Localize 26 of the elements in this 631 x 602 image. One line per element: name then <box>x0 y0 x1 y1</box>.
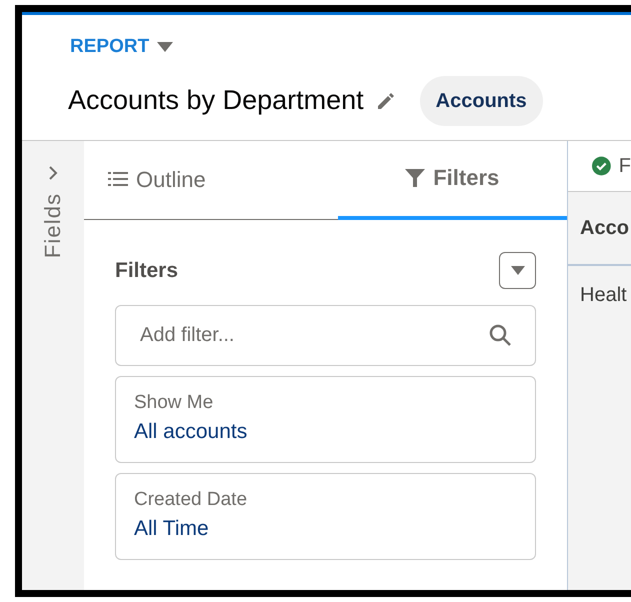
chevron-right-icon[interactable] <box>48 165 58 181</box>
pencil-icon[interactable] <box>376 90 396 110</box>
funnel-icon <box>405 168 426 188</box>
filter-value: All Time <box>134 516 210 542</box>
column-header: Acco <box>580 216 629 241</box>
fields-rail[interactable]: Fields <box>22 141 84 590</box>
report-type-label[interactable]: REPORT <box>70 33 150 62</box>
caret-icon[interactable] <box>157 42 174 52</box>
report-type-pill: Accounts <box>420 76 543 126</box>
filter-value: All accounts <box>134 418 248 445</box>
filter-label: Show Me <box>134 391 214 415</box>
fields-label: Fields <box>40 192 66 258</box>
filters-heading: Filters <box>115 258 178 284</box>
check-circle-icon <box>592 155 611 177</box>
status-text: F <box>618 154 631 179</box>
table-cell-text: Healt <box>580 283 627 308</box>
filter-card[interactable]: Created Date All Time <box>115 473 536 560</box>
filter-label: Created Date <box>134 488 248 512</box>
filter-card[interactable]: Show Me All accounts <box>115 376 536 463</box>
search-field[interactable]: Add filter... <box>115 305 536 366</box>
list-icon <box>108 171 128 187</box>
dropdown-button[interactable] <box>499 252 536 289</box>
report-title: Accounts by Department <box>68 84 364 118</box>
search-icon <box>488 323 512 347</box>
tab[interactable]: Outline <box>84 141 338 219</box>
caret-icon <box>510 266 524 275</box>
